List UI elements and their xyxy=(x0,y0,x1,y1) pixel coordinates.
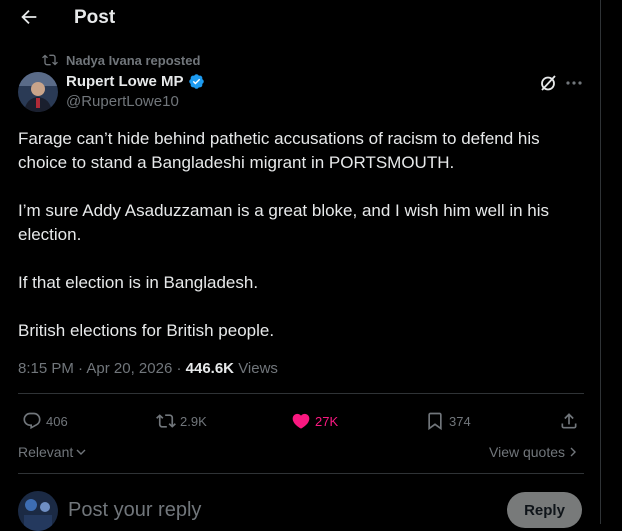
header: Post xyxy=(0,0,600,36)
verified-badge-icon xyxy=(188,74,204,89)
heart-filled-icon xyxy=(292,413,310,429)
reply-sort-dropdown[interactable]: Relevant xyxy=(18,444,87,460)
more-options-icon[interactable] xyxy=(564,73,584,93)
divider xyxy=(18,473,584,474)
like-action[interactable]: 27K xyxy=(291,410,338,432)
views-count: 446.6K xyxy=(185,360,235,377)
repost-action[interactable]: 2.9K xyxy=(156,410,207,432)
repost-count: 2.9K xyxy=(180,413,207,429)
page-title: Post xyxy=(74,7,116,28)
view-quotes-link[interactable]: View quotes xyxy=(489,444,578,460)
repost-indicator[interactable]: Nadya Ivana reposted xyxy=(42,52,200,68)
grok-icon[interactable] xyxy=(538,73,558,93)
reply-count: 406 xyxy=(46,413,68,429)
tweet-meta: 8:15 PM · Apr 20, 2026 · 446.6K Views xyxy=(18,360,278,377)
bookmark-icon xyxy=(428,412,442,431)
user-avatar[interactable] xyxy=(18,491,58,531)
share-action[interactable] xyxy=(559,410,579,432)
views-label: Views xyxy=(238,360,278,377)
bookmark-action[interactable]: 374 xyxy=(425,410,471,432)
scrollbar[interactable] xyxy=(601,0,622,524)
repost-icon xyxy=(156,414,176,428)
share-icon xyxy=(561,413,577,429)
tweet-time[interactable]: 8:15 PM xyxy=(18,360,74,377)
tweet-paragraph: British elections for British people. xyxy=(18,321,275,340)
tweet-paragraph: Farage can’t hide behind pathetic accusa… xyxy=(18,129,540,172)
chevron-right-icon xyxy=(570,447,577,457)
author-handle[interactable]: @RupertLowe10 xyxy=(66,93,179,110)
author-name-text: Rupert Lowe MP xyxy=(66,73,184,90)
repost-icon xyxy=(42,54,58,66)
tweet-text: Farage can’t hide behind pathetic accusa… xyxy=(18,127,588,367)
like-count: 27K xyxy=(315,413,339,429)
sort-label: Relevant xyxy=(18,444,74,460)
tweet-date[interactable]: Apr 20, 2026 xyxy=(86,360,172,377)
reply-input[interactable] xyxy=(68,497,488,523)
reply-action[interactable]: 406 xyxy=(22,410,68,432)
bookmark-count: 374 xyxy=(449,413,471,429)
tweet-paragraph: If that election is in Bangladesh. xyxy=(18,273,259,292)
repost-text: Nadya Ivana reposted xyxy=(66,52,201,68)
back-arrow-icon[interactable] xyxy=(18,6,40,28)
author-name[interactable]: Rupert Lowe MP xyxy=(66,73,205,90)
reply-button[interactable]: Reply xyxy=(507,492,582,528)
author-avatar[interactable] xyxy=(18,72,58,112)
chevron-down-icon xyxy=(76,449,86,455)
tweet-paragraph: I’m sure Addy Asaduzzaman is a great blo… xyxy=(18,201,550,244)
reply-icon xyxy=(23,412,41,430)
view-quotes-label: View quotes xyxy=(489,444,566,460)
divider xyxy=(18,393,584,394)
